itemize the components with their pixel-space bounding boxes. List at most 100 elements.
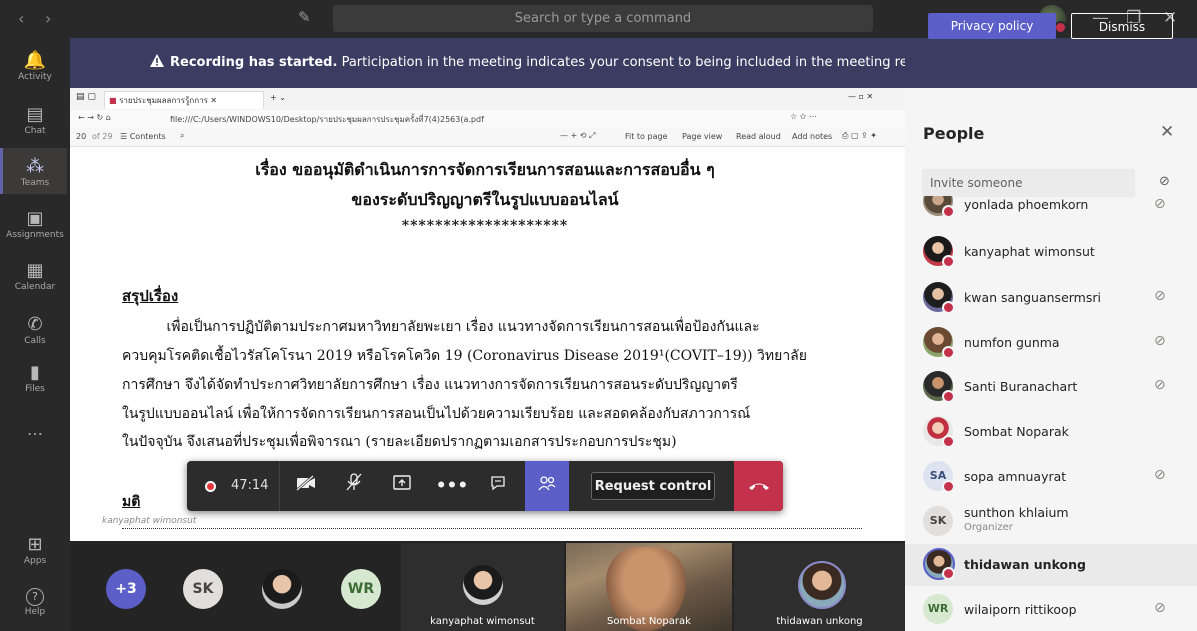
list-item[interactable]: kanyaphat wimonsut xyxy=(905,234,1197,270)
back-arrow-icon[interactable]: ‹ xyxy=(18,9,24,28)
add-notes-button[interactable]: Add notes xyxy=(792,132,832,141)
zoom-controls[interactable]: — + ⟲ ⤢ xyxy=(560,131,595,141)
people-title: People xyxy=(923,124,985,143)
participant-name: thidawan unkong xyxy=(964,557,1086,572)
link-icon[interactable]: ⊘ xyxy=(1159,174,1170,189)
rail-item-files[interactable]: ▮ Files xyxy=(0,362,70,394)
video-tile[interactable]: thidawan unkong xyxy=(734,543,905,631)
files-icon: ▮ xyxy=(30,362,40,383)
search-icon[interactable]: ⌕ xyxy=(180,131,184,141)
avatar xyxy=(923,327,955,359)
doc-resolution-title: มติ xyxy=(122,494,141,510)
rail-label: Calls xyxy=(24,336,46,346)
video-tile[interactable]: Sombat Noparak xyxy=(566,543,732,631)
doc-line: เพื่อเป็นการปฏิบัติตามประกาศมหาวิทยาลัยพ… xyxy=(122,319,760,335)
address-bar[interactable]: ← → ↻ ⌂ file:///C:/Users/WINDOWS10/Deskt… xyxy=(70,110,905,129)
list-item[interactable]: SA sopa amnuayrat ⊘ xyxy=(905,459,1197,495)
participant-role: Organizer xyxy=(964,522,1013,533)
mic-off-icon[interactable] xyxy=(335,461,373,511)
share-screen-icon[interactable] xyxy=(383,461,421,511)
rail-item-calendar[interactable]: ▦ Calendar xyxy=(0,260,70,292)
avatar: WR xyxy=(923,594,953,624)
list-item[interactable]: yonlada phoemkorn ⊘ xyxy=(905,196,1197,216)
meeting-timer: 47:14 xyxy=(231,478,269,493)
list-item[interactable]: WR wilaiporn rittikoop ⊘ xyxy=(905,592,1197,628)
rail-item-apps[interactable]: ⊞ Apps xyxy=(0,534,70,566)
forward-arrow-icon[interactable]: › xyxy=(45,9,51,28)
doc-subheading: ของระดับปริญญาตรีในรูปแบบออนไลน์ xyxy=(351,190,619,209)
list-item[interactable]: Santi Buranachart ⊘ xyxy=(905,369,1197,405)
invite-input[interactable]: Invite someone xyxy=(922,169,1135,197)
read-aloud-button[interactable]: Read aloud xyxy=(736,132,781,141)
fit-to-page-button[interactable]: Fit to page xyxy=(625,132,667,141)
avatar xyxy=(923,416,955,448)
dismiss-button[interactable]: Dismiss xyxy=(1071,13,1173,39)
list-item[interactable]: numfon gunma ⊘ xyxy=(905,325,1197,361)
warning-icon xyxy=(150,54,164,67)
favorites-icon[interactable]: ☆ ✩ ⋯ xyxy=(790,112,817,121)
list-item[interactable]: Sombat Noparak xyxy=(905,414,1197,450)
list-item[interactable]: kwan sanguansermsri ⊘ xyxy=(905,280,1197,316)
browser-tabs-icon: ▤ ▢ xyxy=(76,92,96,102)
more-options-icon[interactable]: ••• xyxy=(433,461,471,511)
new-tab-icon[interactable]: + ⌄ xyxy=(270,93,286,102)
list-item[interactable]: SK sunthon khlaium Organizer xyxy=(905,503,1197,539)
participant-name: numfon gunma xyxy=(964,335,1060,350)
tab-title: รายประชุมผลลการรู้กการ xyxy=(119,96,208,105)
recording-text: Participation in the meeting indicates y… xyxy=(337,55,961,70)
tile-name: kanyaphat wimonsut xyxy=(430,616,535,627)
mic-off-icon: ⊘ xyxy=(1154,288,1166,304)
avatar xyxy=(923,371,955,403)
doc-heading: เรื่อง ขออนุมัติดำเนินการการจัดการเรียนก… xyxy=(255,160,715,179)
rail-item-help[interactable]: ? Help xyxy=(0,588,70,617)
rail-item-calls[interactable]: ✆ Calls xyxy=(0,314,70,346)
avatar: SA xyxy=(923,461,955,493)
overflow-participants-button[interactable]: +3 xyxy=(106,569,146,609)
browser-tab[interactable]: ■ รายประชุมผลลการรู้กการ ✕ xyxy=(104,91,264,109)
close-icon[interactable]: ✕ xyxy=(1160,122,1174,142)
app-rail: 🔔 Activity ▤ Chat ⁂ Teams ▣ Assignments ▦ Cal… xyxy=(0,38,70,631)
doc-line: ในรูปแบบออนไลน์ เพื่อให้การจัดการเรียนกา… xyxy=(122,406,751,422)
avatar xyxy=(923,282,955,314)
participant-avatar[interactable]: SK xyxy=(183,569,223,609)
participant-name: yonlada phoemkorn xyxy=(964,197,1089,212)
rail-item-assignments[interactable]: ▣ Assignments xyxy=(0,208,70,240)
privacy-policy-button[interactable]: Privacy policy xyxy=(928,13,1056,39)
video-tile[interactable]: kanyaphat wimonsut xyxy=(401,543,564,631)
compose-icon[interactable]: ✎ xyxy=(298,8,311,26)
print-save-icons[interactable]: ⎙ ▢ ⇪ ✦ xyxy=(842,131,877,141)
tile-name: Sombat Noparak xyxy=(607,616,691,627)
rail-label: Teams xyxy=(20,178,50,188)
doc-line: การศึกษา จึงได้จัดทำประกาศวิทยาลัยการศึก… xyxy=(122,377,738,393)
contents-button[interactable]: ☰ Contents xyxy=(120,132,166,141)
rail-label: Apps xyxy=(23,556,47,566)
more-apps-button[interactable]: … xyxy=(0,420,70,439)
help-icon: ? xyxy=(26,588,44,606)
participants-icon[interactable] xyxy=(525,461,569,511)
camera-off-icon[interactable] xyxy=(287,461,325,511)
rail-item-teams[interactable]: ⁂ Teams xyxy=(0,148,67,194)
phone-icon: ✆ xyxy=(27,314,43,335)
apps-icon: ⊞ xyxy=(27,534,43,555)
hang-up-icon[interactable] xyxy=(734,461,783,511)
participant-avatar xyxy=(463,565,503,605)
rail-item-chat[interactable]: ▤ Chat xyxy=(0,104,70,136)
request-control-button[interactable]: Request control xyxy=(591,472,715,500)
avatar: SK xyxy=(923,506,953,536)
participant-name: wilaiporn rittikoop xyxy=(964,602,1077,617)
search-input[interactable]: Search or type a command xyxy=(333,5,873,32)
chat-icon[interactable] xyxy=(479,461,517,511)
doc-line: ควบคุมโรคติดเชื้อไวรัสโคโรนา 2019 หรือโร… xyxy=(122,348,807,364)
rail-label: Activity xyxy=(18,72,52,82)
list-item[interactable]: thidawan unkong xyxy=(905,547,1197,583)
participant-name: kwan sanguansermsri xyxy=(964,290,1101,305)
page-view-button[interactable]: Page view xyxy=(682,132,722,141)
participant-avatar xyxy=(798,561,846,609)
rail-item-activity[interactable]: 🔔 Activity xyxy=(0,50,70,82)
assignments-icon: ▣ xyxy=(26,208,44,229)
page-number[interactable]: 20 xyxy=(76,132,86,141)
banner-actions xyxy=(905,38,1197,88)
participant-avatar[interactable] xyxy=(262,569,302,609)
participant-avatar[interactable]: WR xyxy=(341,569,381,609)
rail-label: Chat xyxy=(24,126,46,136)
